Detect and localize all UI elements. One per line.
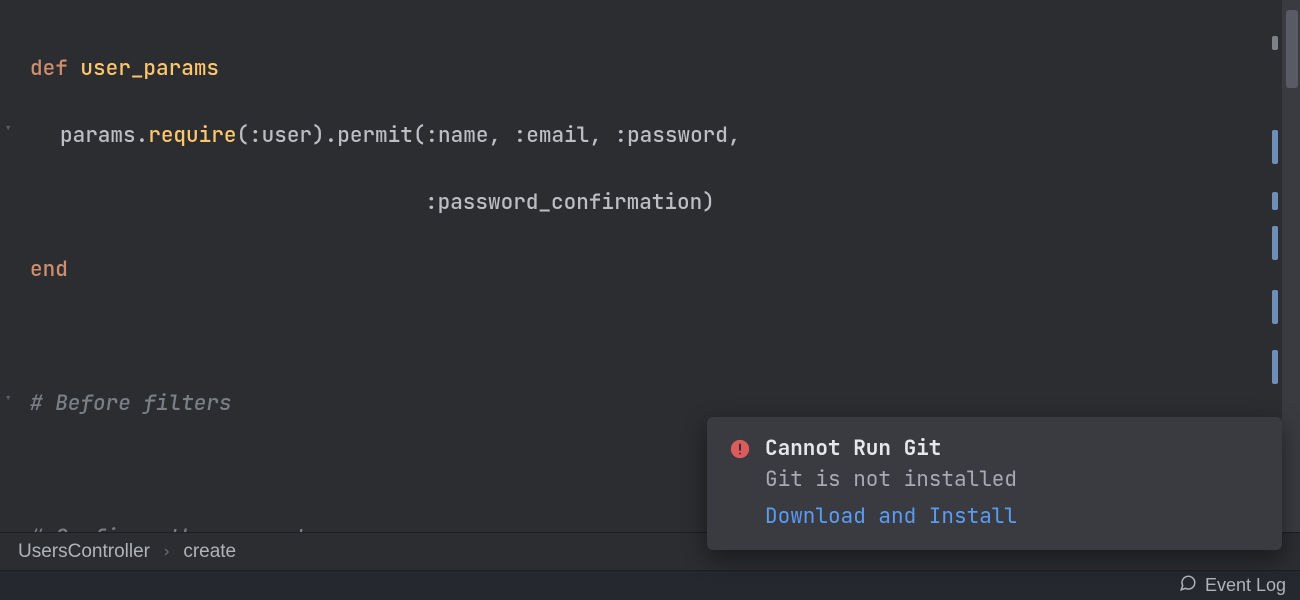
method-name: user_params bbox=[80, 55, 219, 82]
chevron-right-icon: › bbox=[164, 543, 169, 561]
fold-indicator-icon[interactable]: ▾ bbox=[4, 120, 12, 138]
change-marker bbox=[1272, 36, 1278, 50]
event-log-button[interactable]: Event Log bbox=[1205, 575, 1286, 596]
breadcrumb-item[interactable]: UsersController bbox=[18, 541, 150, 563]
change-marker bbox=[1272, 226, 1278, 260]
change-marker bbox=[1272, 290, 1278, 324]
speech-bubble-icon bbox=[1179, 574, 1197, 597]
change-marker bbox=[1272, 192, 1278, 210]
keyword-def: def bbox=[30, 55, 68, 82]
ide-window: def user_params params.require(:user).pe… bbox=[0, 0, 1300, 600]
breadcrumb-item[interactable]: create bbox=[183, 541, 236, 563]
keyword-end: end bbox=[30, 256, 68, 283]
change-marker bbox=[1272, 350, 1278, 384]
status-bar: Event Log bbox=[0, 570, 1300, 600]
error-icon bbox=[729, 435, 751, 530]
notification-popup: Cannot Run Git Git is not installed Down… bbox=[707, 417, 1282, 550]
notification-action-link[interactable]: Download and Install bbox=[765, 503, 1260, 530]
change-marker bbox=[1272, 130, 1278, 164]
notification-title: Cannot Run Git bbox=[765, 435, 1260, 462]
comment: # Before filters bbox=[30, 390, 232, 417]
editor-scrollbar[interactable] bbox=[1282, 0, 1300, 532]
notification-message: Git is not installed bbox=[765, 466, 1260, 493]
fold-indicator-icon[interactable]: ▾ bbox=[4, 390, 12, 408]
scrollbar-thumb[interactable] bbox=[1286, 10, 1298, 88]
